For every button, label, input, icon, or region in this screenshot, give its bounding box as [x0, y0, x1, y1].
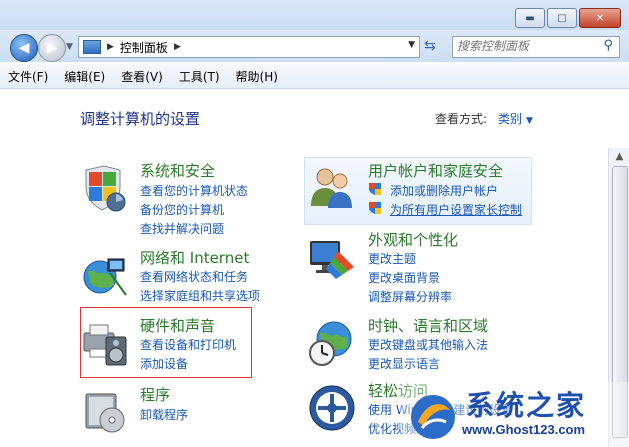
window-controls: ▬ ▢ ✕ — [513, 8, 621, 28]
category-title[interactable]: 网络和 Internet — [140, 247, 249, 268]
menu-edit[interactable]: 编辑(E) — [56, 68, 113, 85]
category-network-internet: 网络和 Internet 查看网络状态和任务 选择家庭组和共享选项 — [80, 247, 300, 307]
arrow-right-icon: ▶ — [46, 40, 58, 56]
link-homegroup-sharing[interactable]: 选择家庭组和共享选项 — [140, 287, 260, 304]
category-title[interactable]: 程序 — [140, 384, 170, 405]
menu-help[interactable]: 帮助(H) — [228, 68, 286, 85]
uac-shield-icon — [369, 183, 381, 195]
breadcrumb-chevron-icon[interactable]: ▶ — [174, 42, 181, 52]
forward-button[interactable]: ▶ — [38, 34, 66, 62]
maximize-button[interactable]: ▢ — [547, 8, 577, 28]
menu-view[interactable]: 查看(V) — [113, 68, 171, 85]
globe-network-icon — [83, 258, 127, 296]
search-icon[interactable]: ⚲ — [603, 38, 613, 53]
refresh-button[interactable]: ⇆ — [424, 38, 436, 54]
printer-speaker-icon — [83, 324, 127, 366]
back-button[interactable]: ◀ — [10, 34, 38, 62]
title-bar: ▬ ▢ ✕ — [0, 0, 629, 34]
navigation-bar: ◀ ▶ ▼ ▶ 控制面板 ▶ ▼ ⇆ ⚲ — [0, 30, 629, 62]
category-title[interactable]: 系统和安全 — [140, 160, 215, 181]
programs-disc-icon — [85, 393, 125, 433]
link-network-status[interactable]: 查看网络状态和任务 — [140, 268, 248, 285]
category-system-security: 系统和安全 查看您的计算机状态 备份您的计算机 查找并解决问题 — [80, 160, 300, 240]
category-hardware-sound: 硬件和声音 查看设备和打印机 添加设备 — [80, 315, 250, 375]
refresh-icon: ⇆ — [424, 38, 436, 54]
shield-icon — [85, 165, 126, 212]
scroll-up-icon[interactable]: ▲ — [609, 148, 629, 166]
link-add-device[interactable]: 添加设备 — [140, 355, 188, 372]
link-desktop-background[interactable]: 更改桌面背景 — [368, 269, 440, 286]
users-icon — [311, 168, 352, 208]
link-add-remove-accounts[interactable]: 添加或删除用户帐户 — [390, 182, 498, 199]
category-title[interactable]: 外观和个性化 — [368, 229, 458, 250]
chevron-down-icon: ▼ — [66, 42, 73, 52]
recent-pages-dropdown[interactable]: ▼ — [66, 42, 73, 52]
chevron-down-icon: ▼ — [526, 116, 533, 126]
maximize-icon: ▢ — [557, 12, 567, 24]
breadcrumb-separator-icon: ▶ — [107, 42, 114, 52]
view-by-label: 查看方式: — [435, 112, 488, 126]
close-icon: ✕ — [595, 12, 605, 24]
category-clock-language: 时钟、语言和区域 更改键盘或其他输入法 更改显示语言 — [308, 315, 528, 375]
link-screen-resolution[interactable]: 调整屏幕分辨率 — [368, 288, 452, 305]
control-panel-icon — [83, 40, 101, 54]
close-button[interactable]: ✕ — [579, 8, 621, 28]
link-display-language[interactable]: 更改显示语言 — [368, 355, 440, 372]
link-devices-printers[interactable]: 查看设备和打印机 — [140, 336, 236, 353]
watermark-brand: 系统之家 — [466, 389, 587, 422]
category-programs: 程序 卸载程序 — [80, 384, 300, 434]
view-by-value: 类别 — [498, 112, 523, 126]
uac-shield-icon — [369, 202, 381, 214]
category-user-accounts: 用户帐户和家庭安全 添加或删除用户帐户 为所有用户设置家长控制 — [308, 160, 538, 240]
monitor-palette-icon — [310, 241, 354, 279]
watermark: 系统之家 www.Ghost123.com — [400, 382, 629, 447]
minimize-button[interactable]: ▬ — [515, 8, 545, 28]
link-backup-computer[interactable]: 备份您的计算机 — [140, 201, 224, 218]
address-bar[interactable]: ▶ 控制面板 ▶ ▼ — [78, 36, 420, 58]
arrow-left-icon: ◀ — [18, 40, 30, 56]
link-parental-controls[interactable]: 为所有用户设置家长控制 — [390, 201, 522, 218]
category-title[interactable]: 硬件和声音 — [140, 315, 215, 336]
menu-bar: 文件(F) 编辑(E) 查看(V) 工具(T) 帮助(H) — [0, 64, 629, 89]
search-box: ⚲ — [452, 36, 620, 58]
link-view-computer-status[interactable]: 查看您的计算机状态 — [140, 182, 248, 199]
search-input[interactable] — [453, 37, 596, 55]
link-keyboard-input[interactable]: 更改键盘或其他输入法 — [368, 336, 488, 353]
page-title: 调整计算机的设置 — [80, 110, 201, 128]
watermark-logo-icon — [411, 395, 455, 439]
minimize-icon: ▬ — [525, 12, 535, 24]
ease-of-access-icon — [309, 385, 355, 431]
watermark-url: www.Ghost123.com — [462, 422, 586, 437]
category-appearance: 外观和个性化 更改主题 更改桌面背景 调整屏幕分辨率 — [308, 229, 528, 309]
category-title[interactable]: 用户帐户和家庭安全 — [368, 160, 503, 181]
address-dropdown-icon[interactable]: ▼ — [408, 40, 415, 50]
link-uninstall-program[interactable]: 卸载程序 — [140, 406, 188, 423]
link-troubleshoot[interactable]: 查找并解决问题 — [140, 220, 224, 237]
menu-file[interactable]: 文件(F) — [0, 68, 56, 85]
link-change-theme[interactable]: 更改主题 — [368, 250, 416, 267]
globe-clock-icon — [309, 321, 352, 366]
breadcrumb-control-panel[interactable]: 控制面板 — [120, 39, 168, 56]
menu-tools[interactable]: 工具(T) — [171, 68, 228, 85]
category-title[interactable]: 时钟、语言和区域 — [368, 315, 488, 336]
view-by-dropdown[interactable]: 类别 ▼ — [498, 110, 533, 127]
